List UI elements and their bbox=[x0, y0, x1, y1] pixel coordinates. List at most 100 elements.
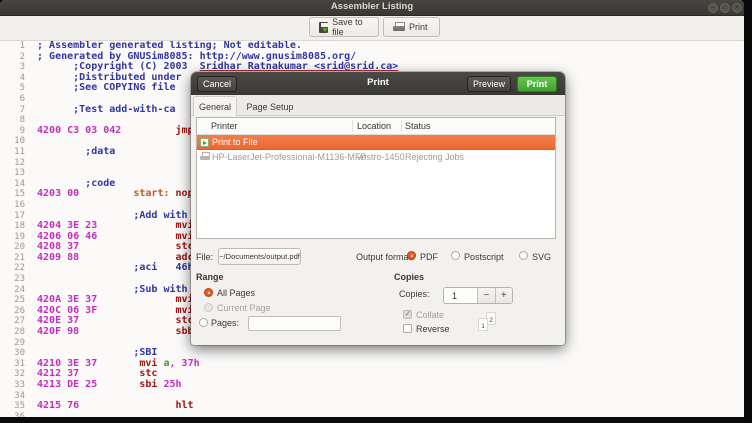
collate-checkbox bbox=[403, 309, 412, 319]
code-token: 4200 C3 03 042 bbox=[31, 124, 122, 136]
line-number: 25 bbox=[14, 295, 25, 306]
line-number: 28 bbox=[14, 327, 25, 338]
line-number: 16 bbox=[14, 199, 25, 210]
printer-list[interactable]: Printer Location Status Print to File HP… bbox=[196, 117, 556, 239]
line-number: 20 bbox=[14, 242, 25, 253]
printer-row-print-to-file[interactable]: Print to File bbox=[197, 135, 555, 150]
titlebar[interactable]: Assembler Listing – □ ✕ bbox=[0, 0, 744, 16]
line-number: 32 bbox=[14, 369, 25, 380]
line-number: 13 bbox=[14, 168, 25, 179]
code-token: mvi bbox=[97, 230, 194, 242]
code-token: 4212 37 bbox=[31, 368, 80, 380]
radio-svg[interactable] bbox=[519, 251, 528, 260]
print-dialog: Cancel Print Preview Print General Page … bbox=[191, 72, 565, 345]
preview-button[interactable]: Preview bbox=[467, 76, 511, 92]
code-token: , 37h bbox=[169, 357, 200, 369]
code-token: stc bbox=[79, 315, 194, 327]
code-token: ;See COPYING file bbox=[31, 82, 176, 94]
line-number: 30 bbox=[14, 348, 25, 359]
copies-label: Copies: bbox=[399, 289, 430, 299]
radio-postscript-label[interactable]: Postscript bbox=[464, 252, 504, 262]
radio-pages[interactable] bbox=[199, 318, 208, 327]
close-icon[interactable]: ✕ bbox=[732, 3, 742, 13]
reverse-label[interactable]: Reverse bbox=[416, 324, 450, 334]
code-text: 4213 DE 25 sbi 25h bbox=[31, 379, 182, 391]
maximize-icon[interactable]: □ bbox=[720, 3, 730, 13]
line-number: 29 bbox=[14, 337, 25, 348]
code-token: 4210 3E 37 bbox=[31, 357, 98, 369]
print-button[interactable]: Print bbox=[383, 17, 440, 37]
radio-pdf-label[interactable]: PDF bbox=[420, 252, 438, 262]
radio-svg-label[interactable]: SVG bbox=[532, 252, 551, 262]
code-token: jmp bbox=[121, 124, 194, 136]
column-header-location[interactable]: Location bbox=[357, 121, 391, 131]
line-number: 15 bbox=[14, 189, 25, 200]
line-number: 2 bbox=[19, 51, 25, 62]
minimize-icon[interactable]: – bbox=[708, 3, 718, 13]
code-token: 4204 3E 23 bbox=[31, 220, 98, 232]
code-token: ; Generated by GNUSim8085: http://www.gn… bbox=[31, 50, 357, 62]
tab-page-setup[interactable]: Page Setup bbox=[237, 97, 303, 116]
column-separator bbox=[352, 120, 353, 132]
tab-general[interactable]: General bbox=[193, 96, 237, 116]
window-title: Assembler Listing bbox=[330, 1, 414, 12]
code-token: ; Assembler generated listing; Not edita… bbox=[31, 40, 302, 51]
column-header-status[interactable]: Status bbox=[405, 121, 431, 131]
code-token: mvi bbox=[97, 220, 194, 232]
copies-value[interactable]: 1 bbox=[444, 288, 477, 303]
line-number: 31 bbox=[14, 358, 25, 369]
save-to-file-button[interactable]: Save to file bbox=[309, 17, 379, 37]
line-number: 24 bbox=[14, 284, 25, 295]
code-text: 4203 00 start: nop bbox=[31, 189, 194, 200]
code-text: 4200 C3 03 042 jmp bbox=[31, 124, 194, 137]
code-token: stc bbox=[79, 368, 158, 380]
reverse-checkbox[interactable] bbox=[403, 324, 412, 333]
code-text: 420F 98 sbb bbox=[31, 326, 194, 338]
radio-postscript[interactable] bbox=[451, 251, 460, 260]
code-token: ;aci 46h bbox=[31, 262, 194, 274]
code-token: nop bbox=[169, 188, 194, 200]
listing-line: 35 4215 76 hlt bbox=[0, 400, 744, 412]
print-confirm-button[interactable]: Print bbox=[517, 76, 557, 92]
line-number: 19 bbox=[14, 231, 25, 242]
code-token: ;code bbox=[31, 177, 116, 189]
copies-spinbox: 1 − + bbox=[443, 287, 513, 304]
copies-increment-button[interactable]: + bbox=[494, 288, 513, 303]
radio-all-pages-label[interactable]: All Pages bbox=[217, 288, 255, 298]
radio-pdf[interactable] bbox=[407, 251, 416, 260]
column-header-printer[interactable]: Printer bbox=[211, 121, 238, 131]
code-token: 420C 06 3F bbox=[31, 304, 98, 316]
line-number: 23 bbox=[14, 274, 25, 285]
radio-current-page bbox=[204, 303, 213, 312]
code-text: ;aci 46h bbox=[31, 262, 194, 274]
copies-decrement-button[interactable]: − bbox=[477, 288, 495, 303]
file-label: File: bbox=[196, 252, 214, 262]
code-token: 4203 00 bbox=[31, 188, 80, 200]
code-token: 25h bbox=[157, 379, 182, 390]
file-chooser-button[interactable]: ~/Documents/output.pdf bbox=[218, 248, 301, 265]
line-number: 36 bbox=[14, 411, 25, 417]
code-token: 4206 06 46 bbox=[31, 230, 98, 242]
code-token: ;data bbox=[31, 145, 116, 157]
range-section-header: Range bbox=[196, 272, 224, 282]
code-token: 420A 3E 37 bbox=[31, 294, 98, 306]
print-button-label: Print bbox=[409, 22, 428, 32]
line-number: 34 bbox=[14, 390, 25, 401]
save-button-label: Save to file bbox=[332, 17, 363, 37]
code-token: ;Add with c bbox=[31, 209, 200, 221]
radio-all-pages[interactable] bbox=[204, 288, 213, 297]
line-number: 14 bbox=[14, 178, 25, 189]
radio-pages-label[interactable]: Pages: bbox=[211, 318, 239, 328]
listing-line: 33 4213 DE 25 sbi 25h bbox=[0, 379, 744, 391]
code-token: stc bbox=[79, 241, 194, 253]
dialog-tabstrip: General Page Setup bbox=[191, 95, 565, 116]
pages-input[interactable] bbox=[248, 316, 341, 331]
code-token: hlt bbox=[79, 400, 194, 412]
code-text: ;See COPYING file bbox=[31, 82, 176, 94]
code-text: ;Test add-with-ca bbox=[31, 104, 175, 116]
printer-row-hp-laserjet[interactable]: HP-LaserJet-Professional-M1136-MFP vostr… bbox=[197, 150, 555, 164]
printer-name: Print to File bbox=[212, 136, 258, 147]
line-number: 17 bbox=[14, 210, 25, 221]
line-number: 33 bbox=[14, 380, 25, 390]
line-number: 5 bbox=[19, 83, 25, 94]
